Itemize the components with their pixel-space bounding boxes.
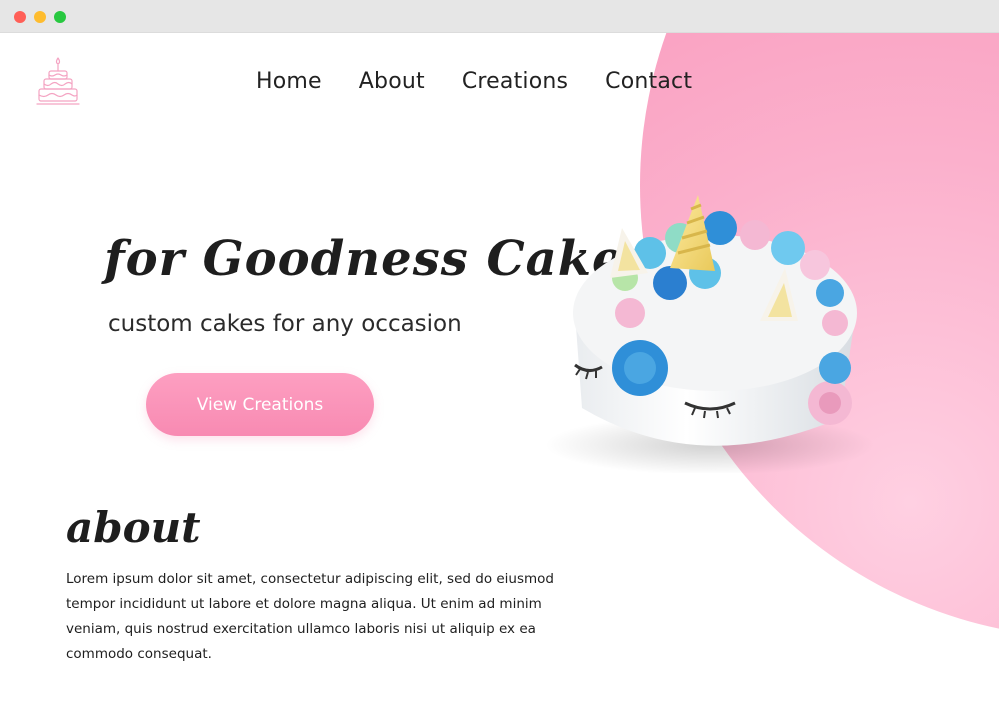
about-body: Lorem ipsum dolor sit amet, consectetur …: [66, 571, 555, 662]
page: Home About Creations Contact for Goodnes…: [0, 33, 999, 708]
nav-link-creations[interactable]: Creations: [462, 69, 568, 94]
window-titlebar: [0, 0, 999, 33]
main-nav: Home About Creations Contact: [256, 69, 692, 94]
nav-link-home[interactable]: Home: [256, 69, 322, 94]
view-creations-button[interactable]: View Creations: [146, 373, 374, 436]
about-heading: about: [66, 503, 201, 552]
unicorn-cake-image: [545, 195, 875, 473]
hero-subtitle: custom cakes for any occasion: [108, 311, 462, 337]
window-maximize-button[interactable]: [54, 11, 66, 23]
window-minimize-button[interactable]: [34, 11, 46, 23]
nav-link-contact[interactable]: Contact: [605, 69, 692, 94]
window-close-button[interactable]: [14, 11, 26, 23]
nav-link-about[interactable]: About: [359, 69, 425, 94]
cake-icon[interactable]: [36, 55, 80, 109]
